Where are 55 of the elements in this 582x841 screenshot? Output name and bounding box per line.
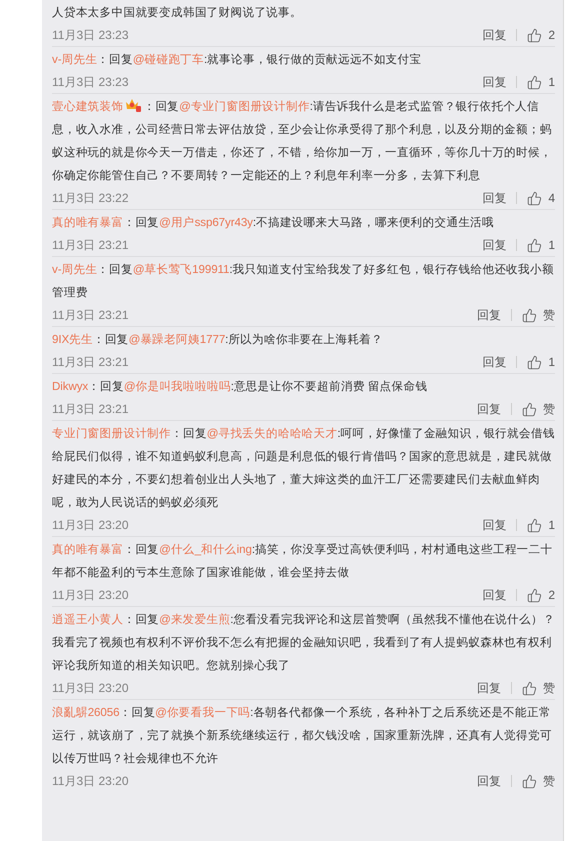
reply-button[interactable]: 回复 bbox=[482, 236, 506, 254]
thumbs-up-icon bbox=[522, 308, 537, 322]
like-button[interactable]: 4 bbox=[527, 189, 555, 207]
thumbs-up-icon bbox=[522, 402, 537, 416]
comment-time: 11月3日 23:23 bbox=[52, 27, 130, 44]
comment-text: v-周先生：回复@碰碰跑丁车:就事论事，银行做的贡献远远不如支付宝 bbox=[52, 52, 422, 68]
reply-button[interactable]: 回复 bbox=[477, 400, 501, 418]
thumbs-up-icon bbox=[527, 354, 542, 370]
like-button[interactable]: 赞 bbox=[522, 306, 555, 324]
comment-time: 11月3日 23:21 bbox=[52, 354, 130, 371]
comment-time: 11月3日 23:20 bbox=[52, 587, 130, 604]
thumbs-up-icon bbox=[527, 238, 542, 252]
comment-text: Dikwyx：回复@你是叫我啦啦啦吗:意思是让你不要超前消费 留点保命钱 bbox=[52, 379, 428, 395]
thumbs-up-icon bbox=[522, 680, 537, 696]
reply-button[interactable]: 回复 bbox=[477, 772, 501, 790]
thumbs-up-icon bbox=[522, 774, 537, 788]
reply-button[interactable]: 回复 bbox=[482, 26, 506, 44]
comment-text: 真的唯有暴富：回复@什么_和什么ing:搞笑，你没享受过高铁便利吗，村村通电这些工程一二十年都不能盈利的亏本生意除了国家谁能做，谁会坚持去做 bbox=[52, 542, 554, 581]
thumbs-up-icon bbox=[527, 28, 542, 42]
comment-time: 11月3日 23:23 bbox=[52, 74, 130, 91]
like-button[interactable]: 1 bbox=[527, 353, 555, 371]
comment-text: 人贷本太多中国就要变成韩国了财阀说了说事。 bbox=[52, 5, 303, 21]
comment-text: 浪亂鵿26056：回复@你要看我一下吗:各朝各代都像一个系统，各种补丁之后系统还是不能正常运行，就该崩了，完了就换个新系统继续运行，都欠钱没啥，国家重新洗牌，还真有人觉得党可以传万世吗？社会规律也不允许 bbox=[52, 705, 553, 767]
thumbs-up-icon bbox=[527, 518, 542, 532]
comment-time: 11月3日 23:21 bbox=[52, 401, 130, 418]
like-button[interactable]: 赞 bbox=[522, 772, 555, 790]
comment-time: 11月3日 23:21 bbox=[52, 307, 130, 324]
comment-text: 真的唯有暴富：回复@用户ssp67yr43y:不搞建设哪来大马路，哪来便利的交通生活哦 bbox=[52, 215, 495, 231]
comment-time: 11月3日 23:20 bbox=[52, 773, 130, 790]
like-button[interactable]: 2 bbox=[527, 586, 555, 604]
thumbs-up-icon bbox=[527, 190, 542, 206]
reply-button[interactable]: 回复 bbox=[482, 353, 506, 371]
like-button[interactable]: 1 bbox=[527, 516, 555, 534]
comment-text: 9IX先生：回复@暴躁老阿姨1777:所以为啥你非要在上海耗着？ bbox=[52, 332, 384, 348]
reply-button[interactable]: 回复 bbox=[477, 679, 501, 697]
thumbs-up-icon bbox=[527, 74, 542, 90]
comment-time: 11月3日 23:21 bbox=[52, 237, 130, 254]
thumbs-up-icon bbox=[527, 588, 542, 602]
reply-button[interactable]: 回复 bbox=[477, 306, 501, 324]
comment-text: 壹心建筑装饰 ：回复@专业门窗图册设计制作:请告诉我什么是老式监管？银行依托个人信息，收入水准，公司经营日常去评估放贷，至少会让你承受得了那个利息，以及分期的金额；蚂蚁这种玩的就是你今天一万借走，你还了，不错，给你加一万，一直循环，等你几十万的时候，你确定你能管住自己？不要周转？一定能还的上？利息年利率一分多，去算下利息 bbox=[52, 97, 553, 184]
comment-text: 逍遥王小黄人：回复@来发爱生煎:您看没看完我评论和这层首赞啊（虽然我不懂他在说什么）？我看完了视频也有权利不评价我不怎么有把握的金融知识吧，我看到了有人提蚂蚁森林也有权利评论我所知道的相关知识吧。您就别操心我了 bbox=[52, 612, 555, 674]
reply-button[interactable]: 回复 bbox=[482, 73, 506, 91]
like-button[interactable]: 2 bbox=[527, 26, 555, 44]
comment-time: 11月3日 23:22 bbox=[52, 190, 130, 207]
like-button[interactable]: 赞 bbox=[522, 400, 555, 418]
reply-button[interactable]: 回复 bbox=[482, 586, 506, 604]
comment-time: 11月3日 23:20 bbox=[52, 680, 130, 697]
like-button[interactable]: 1 bbox=[527, 73, 555, 91]
like-button[interactable]: 赞 bbox=[522, 679, 555, 697]
like-button[interactable]: 1 bbox=[527, 236, 555, 254]
reply-button[interactable]: 回复 bbox=[482, 189, 506, 207]
comment-text: 专业门窗图册设计制作：回复@寻找丢失的哈哈哈天才:呵呵，好像懂了金融知识，银行就会借钱给屁民们似得，谁不知道蚂蚁利息高，问题是利息低的银行肯借吗？国家的意思就是，建民就做好建民的本分，不要幻想着创业出人头地了，董大婶这类的血汗工厂还需要建民们去献血鲜肉呢，敢为人民说话的蚂蚁必须死 bbox=[52, 426, 555, 511]
comment-time: 11月3日 23:20 bbox=[52, 517, 130, 534]
comment-text: v-周先生：回复@草长莺飞199911:我只知道支付宝给我发了好多红包，银行存钱给他还收我小额管理费 bbox=[52, 262, 555, 301]
reply-button[interactable]: 回复 bbox=[482, 516, 506, 534]
